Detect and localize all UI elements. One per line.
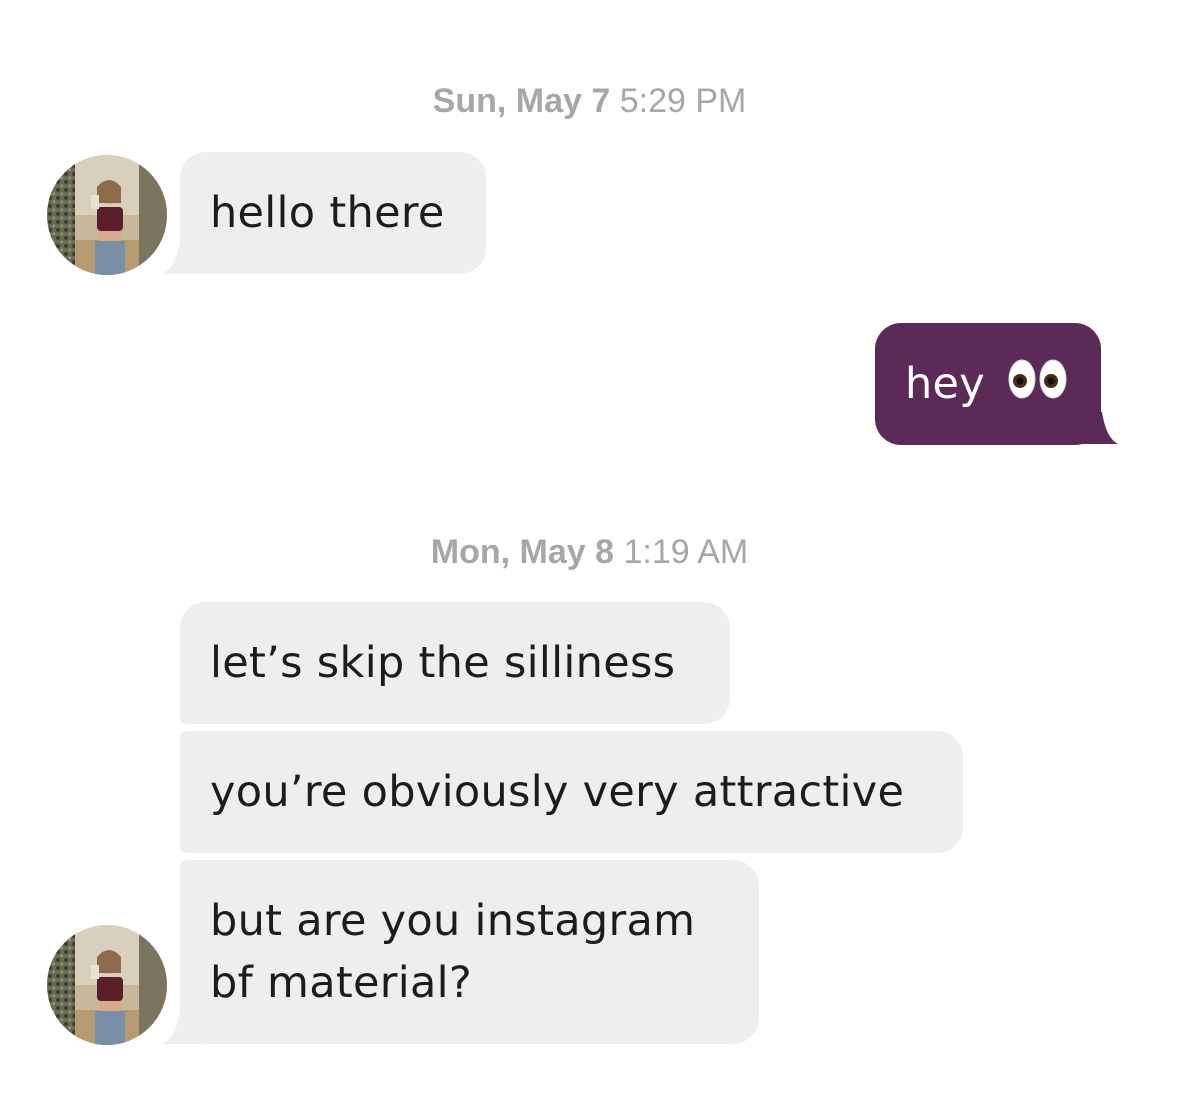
message-bubble-incoming[interactable]: hello there xyxy=(180,152,486,274)
eyes-emoji-icon xyxy=(1007,356,1069,418)
bubble-tail-icon xyxy=(162,240,200,274)
contact-photo xyxy=(47,925,167,1045)
bubble-tail-icon xyxy=(162,1010,200,1044)
contact-avatar[interactable] xyxy=(47,925,167,1045)
timestamp-day: Sun, May 7 xyxy=(432,82,611,120)
message-text: let’s skip the silliness xyxy=(210,638,676,688)
message-bubble-incoming[interactable]: you’re obviously very attractive xyxy=(180,731,963,853)
message-bubble-incoming[interactable]: but are you instagram bf material? xyxy=(180,860,759,1044)
timestamp-time: 5:29 PM xyxy=(619,82,747,120)
message-bubble-incoming[interactable]: let’s skip the silliness xyxy=(180,602,730,724)
timestamp-sun-may-7: Sun, May 7 5:29 PM xyxy=(0,82,1179,121)
message-text-line-2: bf material? xyxy=(210,958,472,1008)
timestamp-day: Mon, May 8 xyxy=(430,533,615,571)
timestamp-mon-may-8: Mon, May 8 1:19 AM xyxy=(0,533,1179,572)
contact-photo xyxy=(47,155,167,275)
message-text: hello there xyxy=(210,188,445,238)
message-text: hey xyxy=(905,359,986,409)
message-text: you’re obviously very attractive xyxy=(210,767,905,817)
message-text-line-1: but are you instagram xyxy=(210,896,696,946)
timestamp-time: 1:19 AM xyxy=(623,533,749,571)
contact-avatar[interactable] xyxy=(47,155,167,275)
bubble-tail-icon xyxy=(1082,412,1118,444)
message-bubble-outgoing[interactable]: hey xyxy=(875,323,1101,445)
